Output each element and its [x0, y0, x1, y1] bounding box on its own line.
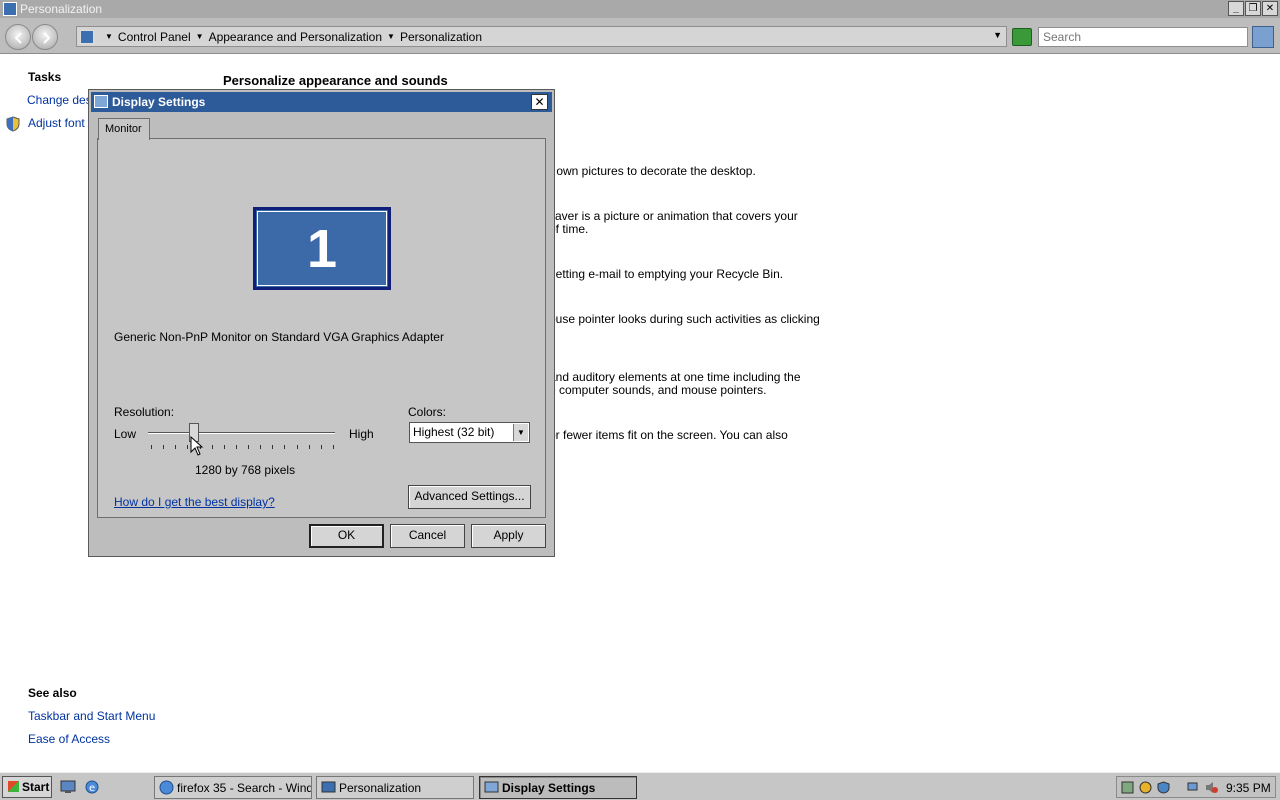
forward-button[interactable] — [32, 24, 58, 50]
shield-icon — [6, 116, 20, 132]
window-title: Personalization — [20, 2, 103, 16]
breadcrumb-arrow-icon[interactable]: ▼ — [387, 32, 395, 41]
internet-explorer-icon[interactable]: e — [84, 780, 100, 794]
link-ease-of-access[interactable]: Ease of Access — [28, 732, 110, 746]
high-label: High — [349, 427, 374, 441]
description-text: getting e-mail to emptying your Recycle … — [549, 267, 784, 281]
refresh-icon[interactable] — [1012, 28, 1032, 46]
start-label: Start — [22, 780, 50, 794]
dialog-titlebar: Display Settings ✕ — [91, 92, 552, 112]
breadcrumb-appearance[interactable]: Appearance and Personalization — [209, 30, 382, 44]
low-label: Low — [114, 427, 137, 441]
dialog-close-button[interactable]: ✕ — [531, 94, 548, 110]
back-arrow-icon — [14, 32, 22, 44]
taskbar-item-display-settings[interactable]: Display Settings — [479, 776, 637, 799]
navigation-bar: ▼ Control Panel ▼ Appearance and Persona… — [0, 18, 1280, 54]
resolution-label: Resolution: — [114, 405, 175, 419]
tab-monitor[interactable]: Monitor — [98, 118, 150, 140]
description-text: e computer sounds, and mouse pointers. — [549, 383, 767, 397]
address-bar[interactable]: ▼ Control Panel ▼ Appearance and Persona… — [76, 26, 1007, 47]
chevron-down-icon[interactable]: ▼ — [513, 424, 528, 441]
breadcrumb-personalization[interactable]: Personalization — [400, 30, 482, 44]
address-dropdown-icon[interactable]: ▼ — [993, 30, 1002, 40]
tasks-heading: Tasks — [28, 70, 62, 84]
link-taskbar-start-menu[interactable]: Taskbar and Start Menu — [28, 709, 155, 723]
colors-label: Colors: — [408, 405, 447, 419]
colors-value: Highest (32 bit) — [413, 425, 495, 439]
forward-arrow-icon — [43, 32, 51, 44]
taskbar-item-label: Personalization — [339, 781, 422, 795]
page-title: Personalize appearance and sounds — [223, 73, 448, 88]
taskbar-item-firefox[interactable]: firefox 35 - Search - Wind... — [154, 776, 312, 799]
window-titlebar: Personalization _ ❐ ✕ — [0, 0, 1280, 18]
internet-explorer-icon — [159, 780, 174, 795]
resolution-slider-track[interactable] — [148, 432, 335, 434]
network-icon[interactable] — [1121, 781, 1134, 794]
best-display-help-link[interactable]: How do I get the best display? — [114, 495, 275, 509]
search-icon[interactable] — [1252, 26, 1274, 48]
colors-select[interactable]: Highest (32 bit) ▼ — [409, 422, 530, 443]
start-button[interactable]: Start — [2, 776, 52, 798]
control-panel-icon — [80, 29, 94, 44]
taskbar-item-label: firefox 35 - Search - Wind... — [177, 781, 312, 795]
description-text: saver is a picture or animation that cov… — [549, 209, 798, 223]
see-also-heading: See also — [28, 686, 77, 700]
window-controls: _ ❐ ✕ — [1228, 1, 1278, 16]
svg-text:e: e — [89, 783, 95, 794]
personalization-icon — [3, 2, 17, 16]
close-button[interactable]: ✕ — [1262, 1, 1278, 16]
breadcrumb-arrow-icon[interactable]: ▼ — [105, 32, 113, 41]
maximize-button[interactable]: ❐ — [1245, 1, 1261, 16]
task-adjust-font-size[interactable]: Adjust font si — [28, 116, 97, 130]
search-input[interactable]: Search — [1038, 27, 1248, 47]
description-text: and auditory elements at one time includ… — [549, 370, 801, 384]
taskbar: Start e firefox 35 - Search - Wind... Pe… — [0, 772, 1280, 800]
back-button[interactable] — [5, 24, 31, 50]
monitor-tab-panel: 1 Generic Non-PnP Monitor on Standard VG… — [97, 138, 546, 518]
taskbar-item-personalization[interactable]: Personalization — [316, 776, 474, 799]
monitor-1-preview[interactable]: 1 — [253, 207, 391, 290]
personalization-icon — [321, 781, 336, 793]
show-desktop-icon[interactable] — [60, 780, 76, 794]
taskbar-item-label: Display Settings — [502, 781, 596, 795]
volume-muted-icon[interactable] — [1205, 781, 1218, 794]
dialog-title: Display Settings — [112, 95, 206, 109]
resolution-value: 1280 by 768 pixels — [195, 463, 296, 477]
cancel-button[interactable]: Cancel — [390, 524, 465, 548]
mouse-cursor-icon — [190, 436, 204, 456]
description-text: r own pictures to decorate the desktop. — [549, 164, 756, 178]
display-icon — [94, 95, 108, 108]
windows-logo-icon — [8, 781, 19, 792]
security-alert-icon[interactable] — [1139, 781, 1152, 794]
advanced-settings-button[interactable]: Advanced Settings... — [408, 485, 531, 509]
breadcrumb-arrow-icon[interactable]: ▼ — [196, 32, 204, 41]
display-settings-dialog: Display Settings ✕ Monitor 1 Generic Non… — [88, 89, 555, 557]
slider-ticks — [151, 445, 334, 449]
ok-button[interactable]: OK — [309, 524, 384, 548]
description-text: ouse pointer looks during such activitie… — [549, 312, 820, 326]
clock[interactable]: 9:35 PM — [1226, 781, 1271, 795]
breadcrumb-control-panel[interactable]: Control Panel — [118, 30, 191, 44]
apply-button[interactable]: Apply — [471, 524, 546, 548]
minimize-button[interactable]: _ — [1228, 1, 1244, 16]
description-text: or fewer items fit on the screen. You ca… — [549, 428, 788, 442]
monitor-name: Generic Non-PnP Monitor on Standard VGA … — [114, 330, 444, 344]
network-connection-icon[interactable] — [1187, 781, 1200, 794]
display-icon — [484, 781, 499, 793]
shield-icon[interactable] — [1157, 781, 1170, 794]
